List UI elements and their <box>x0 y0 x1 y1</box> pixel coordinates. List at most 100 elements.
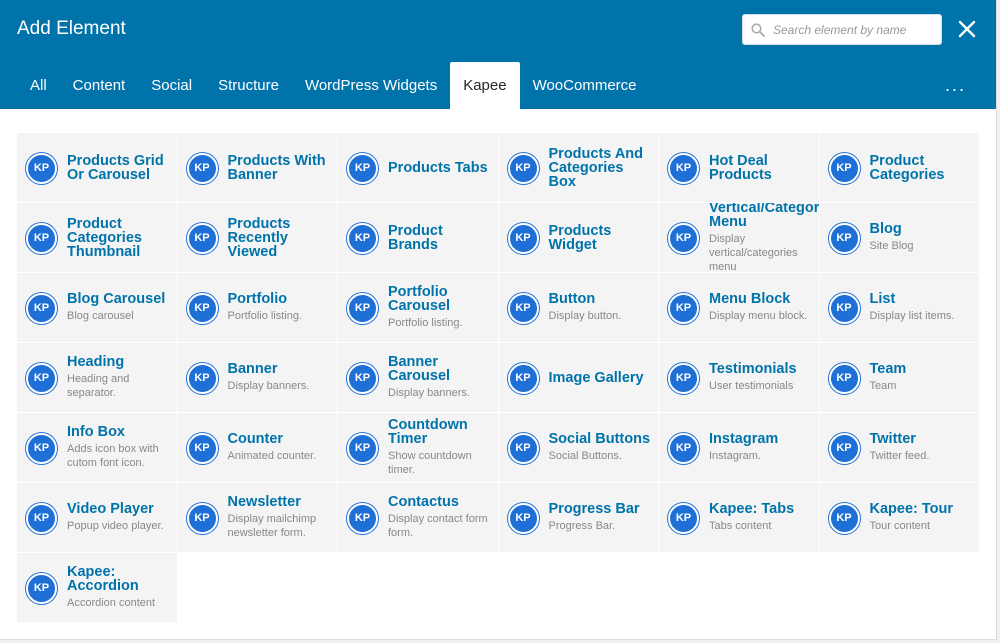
element-item-products-widget[interactable]: KP Products Widget <box>498 203 659 273</box>
kp-badge-icon: KP <box>828 223 860 254</box>
element-name: Contactus <box>388 494 459 510</box>
element-description: Portfolio listing. <box>227 310 303 322</box>
element-item-twitter[interactable]: KP Twitter Twitter feed. <box>819 413 980 483</box>
kp-badge-icon: KP <box>828 363 860 394</box>
element-description: Tour content <box>869 520 931 532</box>
element-item-products-and-categories-box[interactable]: KP Products And Categories Box <box>498 133 659 203</box>
element-item-kapee-tour[interactable]: KP Kapee: Tour Tour content <box>819 483 980 553</box>
element-item-product-categories[interactable]: KP Product Categories <box>819 133 980 203</box>
element-text: Social Buttons Social Buttons. <box>549 413 655 482</box>
element-item-kapee-tabs[interactable]: KP Kapee: Tabs Tabs content <box>659 483 820 553</box>
kp-badge-icon: KP <box>507 153 539 184</box>
element-name: Products Tabs <box>388 159 488 176</box>
element-description: Display menu block. <box>709 310 808 322</box>
element-item-progress-bar[interactable]: KP Progress Bar Progress Bar. <box>498 483 659 553</box>
element-item-vertical-categor-menu[interactable]: KP Vertical/Categor Menu Display vertical/… <box>659 203 820 273</box>
element-item-team[interactable]: KP Team Team <box>819 343 980 413</box>
tab-all[interactable]: All <box>17 62 60 109</box>
element-item-products-with-banner[interactable]: KP Products With Banner <box>177 133 338 203</box>
element-text: Banner Display banners. <box>228 343 334 412</box>
tab-structure[interactable]: Structure <box>205 62 292 109</box>
element-description: Blog carousel <box>67 310 134 322</box>
element-text: Portfolio Carousel Portfolio listing. <box>388 273 494 342</box>
element-item-menu-block[interactable]: KP Menu Block Display menu block. <box>659 273 820 343</box>
element-item-portfolio-carousel[interactable]: KP Portfolio Carousel Portfolio listing. <box>338 273 499 343</box>
element-item-button[interactable]: KP Button Display button. <box>498 273 659 343</box>
tab-social[interactable]: Social <box>138 62 205 109</box>
tab-content[interactable]: Content <box>60 62 139 109</box>
element-description: Accordion content <box>67 597 156 609</box>
element-name: Counter <box>227 431 284 447</box>
kp-badge-icon: KP <box>668 363 699 394</box>
tab-kapee[interactable]: Kapee <box>450 62 520 109</box>
element-name: Banner Carousel <box>388 354 451 384</box>
kp-badge-icon: KP <box>26 433 57 464</box>
kp-badge-icon: KP <box>828 503 860 534</box>
element-text: Menu Block Display menu block. <box>709 273 815 342</box>
element-name: Products Grid Or Carousel <box>67 152 164 183</box>
kp-badge-icon: KP <box>26 573 57 604</box>
element-text: Blog Carousel Blog carousel <box>67 273 173 342</box>
element-description: Twitter feed. <box>869 450 930 462</box>
element-name: Blog Carousel <box>67 291 166 307</box>
element-item-image-gallery[interactable]: KP Image Gallery <box>498 343 659 413</box>
element-text: Kapee: Tabs Tabs content <box>709 483 815 552</box>
kp-badge-icon: KP <box>26 153 57 184</box>
element-item-info-box[interactable]: KP Info Box Adds icon box with cutom font … <box>17 413 178 483</box>
element-item-portfolio[interactable]: KP Portfolio Portfolio listing. <box>177 273 338 343</box>
element-name: Banner <box>227 361 278 377</box>
element-item-hot-deal-products[interactable]: KP Hot Deal Products <box>659 133 820 203</box>
element-name: List <box>869 291 896 307</box>
element-name: Heading <box>67 354 125 370</box>
element-description: Display list items. <box>869 310 955 322</box>
element-text: Team Team <box>870 343 976 412</box>
element-description: Display contact form form. <box>388 513 488 539</box>
element-item-blog[interactable]: KP Blog Site Blog <box>819 203 980 273</box>
kp-badge-icon: KP <box>26 223 57 254</box>
element-text: Blog Site Blog <box>870 203 976 272</box>
close-button[interactable] <box>955 17 979 41</box>
element-item-contactus[interactable]: KP Contactus Display contact form form. <box>338 483 499 553</box>
element-description: User testimonials <box>709 380 794 392</box>
close-icon <box>958 20 976 38</box>
kp-badge-icon: KP <box>347 503 378 534</box>
element-item-banner[interactable]: KP Banner Display banners. <box>177 343 338 413</box>
element-item-counter[interactable]: KP Counter Animated counter. <box>177 413 338 483</box>
element-item-products-tabs[interactable]: KP Products Tabs <box>338 133 499 203</box>
element-item-kapee-accordion[interactable]: KP Kapee: Accordion Accordion content <box>17 553 178 623</box>
kp-badge-icon: KP <box>668 293 699 324</box>
kp-badge-icon: KP <box>26 293 57 324</box>
element-name: Kapee: Accordion <box>67 564 139 594</box>
element-item-list[interactable]: KP List Display list items. <box>819 273 980 343</box>
element-name: Instagram <box>709 431 779 447</box>
tab-wordpress-widgets[interactable]: WordPress Widgets <box>292 62 450 109</box>
element-item-instagram[interactable]: KP Instagram Instagram. <box>659 413 820 483</box>
element-item-heading[interactable]: KP Heading Heading and separator. <box>17 343 178 413</box>
element-item-banner-carousel[interactable]: KP Banner Carousel Display banners. <box>338 343 499 413</box>
more-tabs-button[interactable]: ... <box>945 62 966 109</box>
modal-title: Add Element <box>17 18 126 39</box>
element-item-newsletter[interactable]: KP Newsletter Display mailchimp newsletter… <box>177 483 338 553</box>
element-text: Kapee: Tour Tour content <box>870 483 976 552</box>
element-item-blog-carousel[interactable]: KP Blog Carousel Blog carousel <box>17 273 178 343</box>
element-item-product-brands[interactable]: KP Product Brands <box>338 203 499 273</box>
element-item-products-grid-or-carousel[interactable]: KP Products Grid Or Carousel <box>17 133 178 203</box>
element-name: Progress Bar <box>548 501 640 517</box>
element-name: Kapee: Tour <box>869 501 954 517</box>
element-item-countdown-timer[interactable]: KP Countdown Timer Show countdown timer. <box>338 413 499 483</box>
element-description: Social Buttons. <box>548 450 622 462</box>
element-text: Progress Bar Progress Bar. <box>549 483 655 552</box>
element-item-product-categories-thumbnail[interactable]: KP Product Categories Thumbnail <box>17 203 178 273</box>
tab-woocommerce[interactable]: WooCommerce <box>520 62 650 109</box>
element-item-social-buttons[interactable]: KP Social Buttons Social Buttons. <box>498 413 659 483</box>
element-item-video-player[interactable]: KP Video Player Popup video player. <box>17 483 178 553</box>
element-text: Vertical/Categor Menu Display vertical/ca… <box>709 203 819 272</box>
element-item-products-recently-viewed[interactable]: KP Products Recently Viewed <box>177 203 338 273</box>
kp-badge-icon: KP <box>186 293 218 324</box>
element-item-testimonials[interactable]: KP Testimonials User testimonials <box>659 343 820 413</box>
search-box[interactable] <box>742 14 942 45</box>
element-name: Social Buttons <box>548 431 651 447</box>
element-text: List Display list items. <box>870 273 976 342</box>
search-input[interactable] <box>773 15 938 44</box>
element-text: Button Display button. <box>549 273 655 342</box>
